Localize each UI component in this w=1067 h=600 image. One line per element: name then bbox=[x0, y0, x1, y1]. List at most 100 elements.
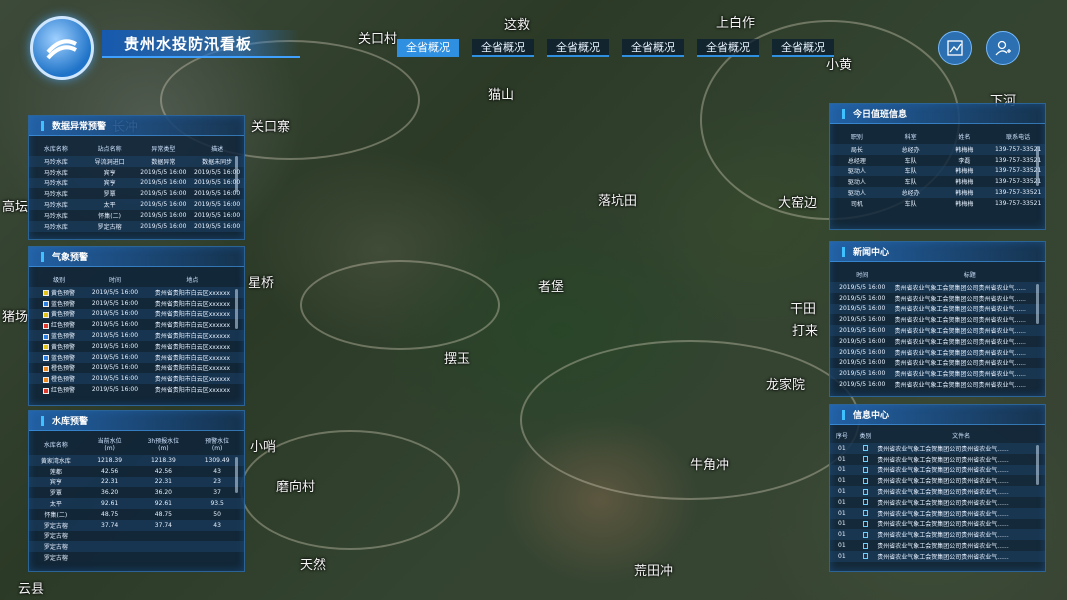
news-row[interactable]: 2019/5/5 16:00 贵州省农业气象工会贺集团公司贵州省农业气...... bbox=[830, 346, 1045, 358]
reservoir-warning-panel: 水库预警 水库名称 当前水位 (m) 3h预报水位 (m) 预警水位 (m) 黄… bbox=[28, 410, 245, 572]
table-row[interactable]: 总经理 车队 李磊 139-757-33521 bbox=[830, 155, 1045, 166]
table-row[interactable]: 宾亨 22.31 22.31 23 bbox=[29, 476, 244, 488]
table-row[interactable]: 黄色预警 2019/5/5 16:00 贵州省贵阳市白云区xxxxxx bbox=[29, 308, 244, 320]
column-header: 联系电话 bbox=[1006, 133, 1031, 141]
map-label: 这救 bbox=[504, 18, 531, 33]
scrollbar[interactable] bbox=[1036, 445, 1039, 485]
scrollbar[interactable] bbox=[235, 156, 238, 192]
table-cell: 数据异常 bbox=[136, 156, 191, 167]
tab-province-overview-3[interactable]: 全省概况 bbox=[547, 39, 609, 57]
table-row[interactable]: 马玲水库 太平 2019/5/5 16:00 2019/5/5 16:00 bbox=[29, 199, 244, 210]
table-row[interactable]: 驱动人 车队 韩梅梅 139-757-33521 bbox=[830, 165, 1045, 177]
news-row[interactable]: 2019/5/5 16:00 贵州省农业气象工会贺集团公司贵州省农业气...... bbox=[830, 368, 1045, 380]
table-row[interactable]: 橙色预警 2019/5/5 16:00 贵州省贵阳市白云区xxxxxx bbox=[29, 373, 244, 385]
table-cell: 导流洞进口 bbox=[82, 156, 137, 167]
table-cell: 罗覃 bbox=[103, 191, 116, 199]
table-row[interactable]: 马玲水库 罗定古榕 2019/5/5 16:00 2019/5/5 16:00 bbox=[29, 220, 244, 232]
table-cell: 2019/5/5 16:00 bbox=[91, 321, 139, 329]
table-cell: 贵州省农业气象工会贺集团公司贵州省农业气...... bbox=[877, 499, 1009, 507]
table-row[interactable]: 罗定古榕 37.74 37.74 43 bbox=[29, 519, 244, 531]
file-row[interactable]: 01 贵州省农业气象工会贺集团公司贵州省农业气...... bbox=[830, 540, 1045, 551]
table-row[interactable]: 罗覃 36.20 36.20 37 bbox=[29, 487, 244, 498]
column-header: 描述 bbox=[211, 145, 224, 153]
warning-flag-icon bbox=[43, 365, 50, 372]
table-row[interactable]: 司机 车队 韩梅梅 139-757-33521 bbox=[830, 198, 1045, 209]
file-row[interactable]: 01 贵州省农业气象工会贺集团公司贵州省农业气...... bbox=[830, 529, 1045, 541]
table-cell: 2019/5/5 16:00 bbox=[140, 168, 187, 176]
table-row[interactable]: 莲都 42.56 42.56 43 bbox=[29, 466, 244, 477]
table-row[interactable]: 黄家湾水库 1218.39 1218.39 1309.49 bbox=[29, 455, 244, 466]
tab-province-overview-1[interactable]: 全省概况 bbox=[397, 39, 459, 57]
table-row[interactable]: 局长 总经办 韩梅梅 139-757-33521 bbox=[830, 144, 1045, 155]
file-row[interactable]: 01 贵州省农业气象工会贺集团公司贵州省农业气...... bbox=[830, 454, 1045, 465]
table-row[interactable]: 橙色预警 2019/5/5 16:00 贵州省贵阳市白云区xxxxxx bbox=[29, 363, 244, 374]
table-cell: 贵州省农业气象工会贺集团公司贵州省农业气...... bbox=[877, 550, 1045, 562]
tab-province-overview-5[interactable]: 全省概况 bbox=[697, 39, 759, 57]
news-row[interactable]: 2019/5/5 16:00 贵州省农业气象工会贺集团公司贵州省农业气...... bbox=[830, 358, 1045, 369]
scrollbar[interactable] bbox=[235, 289, 238, 329]
news-row[interactable]: 2019/5/5 16:00 贵州省农业气象工会贺集团公司贵州省农业气...... bbox=[830, 379, 1045, 390]
table-row[interactable]: 蓝色预警 2019/5/5 16:00 贵州省贵阳市白云区xxxxxx bbox=[29, 330, 244, 341]
file-row[interactable]: 01 贵州省农业气象工会贺集团公司贵州省农业气...... bbox=[830, 475, 1045, 486]
tab-province-overview-6[interactable]: 全省概况 bbox=[772, 39, 834, 57]
table-cell: 宾亨 bbox=[82, 177, 137, 189]
table-row[interactable]: 马玲水库 怀集(二) 2019/5/5 16:00 2019/5/5 16:00 bbox=[29, 210, 244, 221]
file-row[interactable]: 01 贵州省农业气象工会贺集团公司贵州省农业气...... bbox=[830, 486, 1045, 497]
table-cell: 贵州省贵阳市白云区xxxxxx bbox=[140, 308, 244, 320]
file-row[interactable]: 01 贵州省农业气象工会贺集团公司贵州省农业气...... bbox=[830, 519, 1045, 530]
file-row[interactable]: 01 贵州省农业气象工会贺集团公司贵州省农业气...... bbox=[830, 443, 1045, 454]
table-cell: 贵州省贵阳市白云区xxxxxx bbox=[140, 287, 244, 298]
table-row[interactable]: 罗定古榕 bbox=[29, 552, 244, 563]
news-row[interactable]: 2019/5/5 16:00 贵州省农业气象工会贺集团公司贵州省农业气...... bbox=[830, 336, 1045, 347]
file-row[interactable]: 01 贵州省农业气象工会贺集团公司贵州省农业气...... bbox=[830, 497, 1045, 508]
scrollbar[interactable] bbox=[1036, 146, 1039, 186]
table-row[interactable]: 黄色预警 2019/5/5 16:00 贵州省贵阳市白云区xxxxxx bbox=[29, 341, 244, 352]
table-row[interactable]: 红色预警 2019/5/5 16:00 贵州省贵阳市白云区xxxxxx bbox=[29, 319, 244, 330]
table-cell: 车队 bbox=[904, 179, 917, 187]
table-cell bbox=[137, 552, 191, 563]
user-add-button[interactable] bbox=[986, 31, 1020, 65]
file-row[interactable]: 01 贵州省农业气象工会贺集团公司贵州省农业气...... bbox=[830, 507, 1045, 519]
news-row[interactable]: 2019/5/5 16:00 贵州省农业气象工会贺集团公司贵州省农业气...... bbox=[830, 325, 1045, 336]
tab-province-overview-2[interactable]: 全省概况 bbox=[472, 39, 534, 57]
tab-province-overview-4[interactable]: 全省概况 bbox=[622, 39, 684, 57]
scrollbar[interactable] bbox=[235, 457, 238, 493]
table-row[interactable]: 驱动人 车队 韩梅梅 139-757-33521 bbox=[830, 176, 1045, 187]
table-row[interactable]: 怀集(二) 48.75 48.75 50 bbox=[29, 509, 244, 520]
table-cell: 局长 bbox=[830, 144, 884, 155]
table-cell: 总经理 bbox=[847, 157, 866, 165]
table-row[interactable]: 太平 92.61 92.61 93.5 bbox=[29, 498, 244, 509]
table-row[interactable]: 驱动人 总经办 韩梅梅 139-757-33521 bbox=[830, 187, 1045, 198]
table-cell: 总经办 bbox=[883, 187, 938, 198]
file-row[interactable]: 01 贵州省农业气象工会贺集团公司贵州省农业气...... bbox=[830, 464, 1045, 476]
table-cell: 李磊 bbox=[958, 157, 971, 165]
table-cell: 太平 bbox=[29, 498, 83, 509]
table-row[interactable]: 马玲水库 导流洞进口 数据异常 数据未同步 bbox=[29, 156, 244, 167]
table-cell: 韩梅梅 bbox=[955, 200, 974, 208]
table-row[interactable]: 马玲水库 罗覃 2019/5/5 16:00 2019/5/5 16:00 bbox=[29, 188, 244, 199]
table-row[interactable]: 红色预警 2019/5/5 16:00 贵州省贵阳市白云区xxxxxx bbox=[29, 384, 244, 395]
tab-bar: 全省概况 全省概况 全省概况 全省概况 全省概况 全省概况 bbox=[397, 39, 834, 57]
column-header: 异常类型 bbox=[151, 145, 176, 153]
table-row[interactable]: 罗定古榕 bbox=[29, 531, 244, 542]
column-header: 时间 bbox=[108, 276, 121, 284]
news-row[interactable]: 2019/5/5 16:00 贵州省农业气象工会贺集团公司贵州省农业气...... bbox=[830, 293, 1045, 304]
news-row[interactable]: 2019/5/5 16:00 贵州省农业气象工会贺集团公司贵州省农业气...... bbox=[830, 314, 1045, 325]
scrollbar[interactable] bbox=[1036, 284, 1039, 324]
table-cell: 01 bbox=[838, 542, 846, 550]
map-label: 大窑边 bbox=[778, 196, 818, 211]
table-row[interactable]: 马玲水库 宾亨 2019/5/5 16:00 2019/5/5 16:00 bbox=[29, 177, 244, 189]
file-icon bbox=[862, 499, 868, 506]
chart-button[interactable] bbox=[938, 31, 972, 65]
table-row[interactable]: 蓝色预警 2019/5/5 16:00 贵州省贵阳市白云区xxxxxx bbox=[29, 351, 244, 363]
table-row[interactable]: 马玲水库 宾亨 2019/5/5 16:00 2019/5/5 16:00 bbox=[29, 167, 244, 178]
table-cell: 宾亨 bbox=[29, 476, 83, 488]
table-row[interactable]: 罗定古榕 bbox=[29, 541, 244, 553]
table-row[interactable]: 蓝色预警 2019/5/5 16:00 贵州省贵阳市白云区xxxxxx bbox=[29, 298, 244, 309]
reservoir-warning-table: 水库名称 当前水位 (m) 3h预报水位 (m) 预警水位 (m) 黄家湾水库 1… bbox=[29, 433, 244, 563]
table-row[interactable]: 黄色预警 2019/5/5 16:00 贵州省贵阳市白云区xxxxxx bbox=[29, 287, 244, 298]
news-row[interactable]: 2019/5/5 16:00 贵州省农业气象工会贺集团公司贵州省农业气...... bbox=[830, 282, 1045, 293]
news-row[interactable]: 2019/5/5 16:00 贵州省农业气象工会贺集团公司贵州省农业气...... bbox=[830, 303, 1045, 315]
file-row[interactable]: 01 贵州省农业气象工会贺集团公司贵州省农业气...... bbox=[830, 550, 1045, 562]
table-cell: 42.56 bbox=[101, 467, 119, 475]
